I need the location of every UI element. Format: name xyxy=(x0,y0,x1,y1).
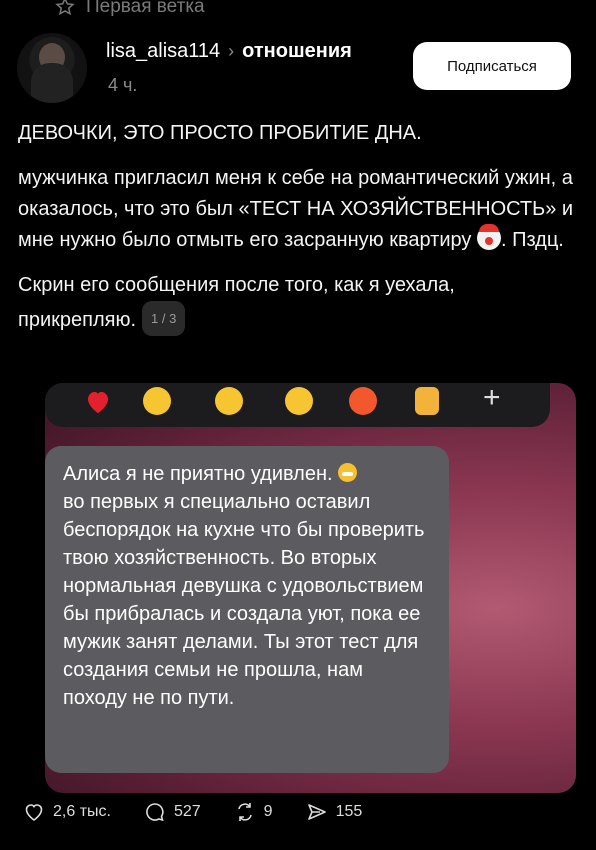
crying-emoji-icon xyxy=(285,387,313,415)
clown-emoji-icon xyxy=(476,224,501,250)
post-paragraph-2: Скрин его сообщения после того, как я уе… xyxy=(18,270,578,336)
share-count: 155 xyxy=(335,803,363,820)
chevron-right-icon: › xyxy=(228,41,235,61)
like-button[interactable]: 2,6 тыс. xyxy=(22,800,111,824)
star-icon xyxy=(55,0,75,16)
image-counter: 1 / 3 xyxy=(142,301,186,336)
heart-outline-icon xyxy=(25,804,43,821)
share-button[interactable]: 155 xyxy=(305,800,363,824)
branch-header[interactable]: Первая ветка xyxy=(54,0,205,18)
comment-count: 527 xyxy=(173,803,201,820)
post-body: ДЕВОЧКИ, ЭТО ПРОСТО ПРОБИТИЕ ДНА. мужчин… xyxy=(18,118,578,350)
send-icon xyxy=(307,804,326,820)
grimace-emoji-icon xyxy=(338,463,358,482)
like-count: 2,6 тыс. xyxy=(53,803,111,820)
post-heading: ДЕВОЧКИ, ЭТО ПРОСТО ПРОБИТИЕ ДНА. xyxy=(18,122,422,144)
thumbs-up-emoji-icon xyxy=(415,387,439,415)
subscribe-button[interactable]: Подписаться xyxy=(413,42,571,90)
post-paragraph-1: мужчинка пригласил меня к себе на романт… xyxy=(18,167,574,251)
repost-icon xyxy=(237,803,252,821)
comment-button[interactable]: 527 xyxy=(143,800,201,824)
tears-of-joy-emoji-icon xyxy=(143,387,171,415)
avatar[interactable] xyxy=(17,33,87,103)
attached-image[interactable]: + Алиса я не приятно удивлен. во первых … xyxy=(45,383,576,793)
branch-label: Первая ветка xyxy=(86,0,205,17)
angry-emoji-icon xyxy=(349,387,377,415)
topic-link[interactable]: отношения xyxy=(242,40,352,63)
repost-count: 9 xyxy=(263,803,273,820)
comment-icon xyxy=(146,803,164,822)
author-line: lisa_alisa114 › отношения xyxy=(106,40,352,63)
heart-icon xyxy=(83,387,111,415)
surprised-emoji-icon xyxy=(215,387,243,415)
plus-icon: + xyxy=(483,383,501,414)
post-actions: 2,6 тыс. 527 9 155 xyxy=(22,800,394,824)
reaction-bar: + xyxy=(45,383,550,427)
username[interactable]: lisa_alisa114 xyxy=(106,40,220,63)
chat-message: Алиса я не приятно удивлен. во первых я … xyxy=(45,446,449,773)
post-time: 4 ч. xyxy=(108,75,138,95)
repost-button[interactable]: 9 xyxy=(233,800,273,824)
